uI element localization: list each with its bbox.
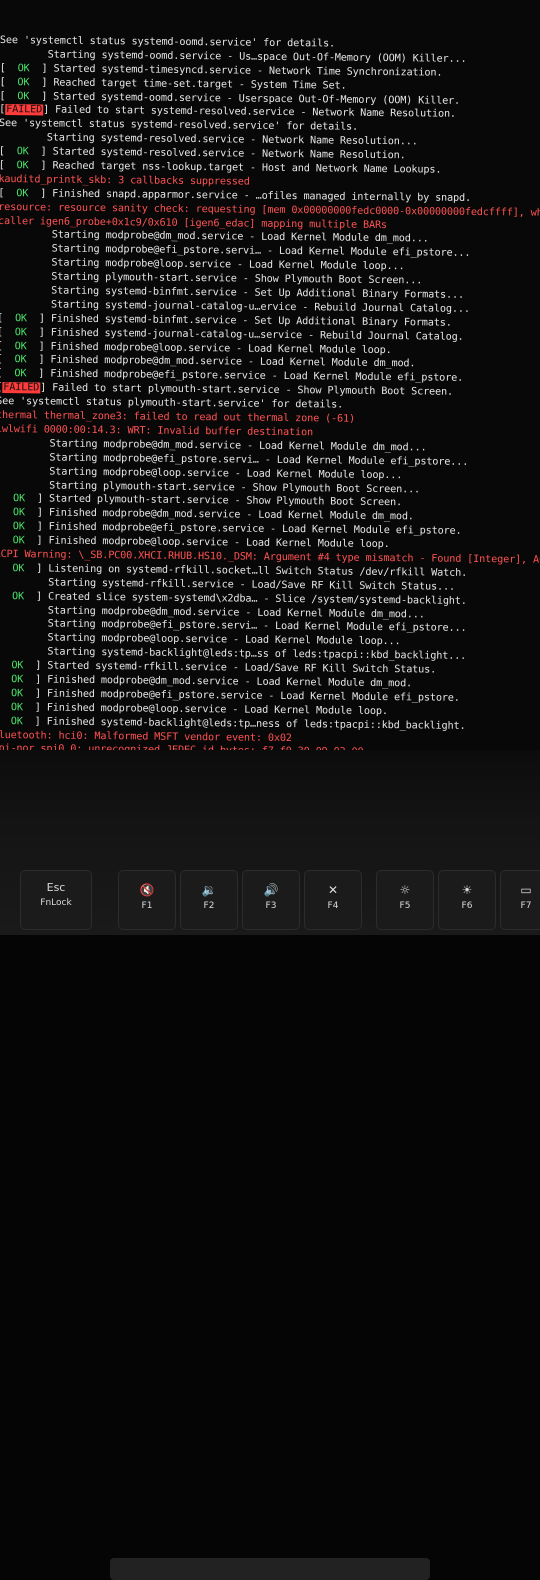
status-tag: [ OK ] xyxy=(0,90,54,103)
f7-label: F7 xyxy=(520,901,532,911)
console-line-text: Starting modprobe@loop.service - Load Ke… xyxy=(0,465,403,481)
f2-key[interactable]: 🔉 F2 xyxy=(180,870,238,930)
status-tag: [ OK ] xyxy=(0,340,51,353)
brightness-down-icon: ☼ xyxy=(399,883,411,897)
console-line-text: Bluetooth: hci0: Malformed MSFT vendor e… xyxy=(0,729,292,744)
volume-down-icon: 🔉 xyxy=(201,883,217,897)
status-tag: [ OK ] xyxy=(0,521,49,533)
status-tag: [ OK ] xyxy=(0,326,51,339)
status-tag: [ OK ] xyxy=(0,493,50,505)
f5-label: F5 xyxy=(399,901,411,911)
status-tag: [ OK ] xyxy=(0,62,54,75)
status-tag: [ OK ] xyxy=(11,660,48,672)
mute-icon: 🔇 xyxy=(139,883,155,897)
status-tag: [ OK ] xyxy=(0,507,49,519)
fnlock-label: FnLock xyxy=(40,898,72,908)
console-line-text: kauditd_printk_skb: 3 callbacks suppress… xyxy=(0,173,250,188)
console-line-text: Finished modprobe@loop.service - Load Ke… xyxy=(50,341,392,356)
f6-key[interactable]: ☀ F6 xyxy=(438,870,496,930)
status-tag: [ OK ] xyxy=(0,535,49,547)
f7-key[interactable]: ▭ F7 xyxy=(500,870,540,930)
status-tag: [ OK ] xyxy=(0,187,53,200)
f2-label: F2 xyxy=(203,901,215,911)
laptop-hinge xyxy=(110,1558,430,1580)
brightness-up-icon: ☀ xyxy=(461,883,473,897)
console-line-text: Started systemd-timesyncd.service - Netw… xyxy=(53,63,443,79)
function-key-row: Esc FnLock 🔇 F1 🔉 F2 🔊 F3 ✕ F4 ☼ F5 ☀ F6… xyxy=(0,862,540,935)
console-line-text: Finished modprobe@loop.service - Load Ke… xyxy=(46,702,388,717)
console-line-text: See 'systemctl status plymouth-start.ser… xyxy=(0,396,344,411)
volume-up-icon: 🔊 xyxy=(263,883,279,897)
f6-label: F6 xyxy=(461,901,473,911)
f3-label: F3 xyxy=(265,901,277,911)
boot-console-screen: See 'systemctl status systemd-oomd.servi… xyxy=(0,0,540,750)
f3-key[interactable]: 🔊 F3 xyxy=(242,870,300,930)
status-tag: [ OK ] xyxy=(0,368,51,380)
status-tag: [ OK ] xyxy=(11,674,48,686)
display-icon: ▭ xyxy=(520,883,532,897)
status-tag: [ OK ] xyxy=(0,146,53,158)
console-line-text: thermal thermal_zone3: failed to read ou… xyxy=(0,410,356,425)
status-tag: [ OK ] xyxy=(0,354,51,367)
f5-key[interactable]: ☼ F5 xyxy=(376,870,434,930)
status-tag: [FAILED] xyxy=(0,104,56,117)
status-tag: [ OK ] xyxy=(0,312,51,325)
status-tag: [ OK ] xyxy=(10,688,48,700)
console-line-text: iwlwifi 0000:00:14.3: WRT: Invalid buffe… xyxy=(0,423,314,439)
status-tag: [ OK ] xyxy=(0,76,54,89)
f4-key[interactable]: ✕ F4 xyxy=(304,870,362,930)
f1-label: F1 xyxy=(141,901,153,911)
esc-key[interactable]: Esc FnLock xyxy=(20,870,123,930)
esc-key-label: Esc xyxy=(46,881,66,894)
mic-mute-icon: ✕ xyxy=(327,883,339,897)
status-tag: [ OK ] xyxy=(0,563,49,575)
status-tag: [ OK ] xyxy=(0,160,53,172)
f1-key[interactable]: 🔇 F1 xyxy=(118,870,176,930)
status-tag: [ OK ] xyxy=(10,715,47,728)
f4-label: F4 xyxy=(327,901,339,911)
console-log: See 'systemctl status systemd-oomd.servi… xyxy=(0,34,540,750)
console-line-text: See 'systemctl status systemd-oomd.servi… xyxy=(0,34,336,50)
status-tag: [ OK ] xyxy=(10,701,47,714)
status-tag: [ OK ] xyxy=(0,590,49,603)
console-line-text: Finished modprobe@loop.service - Load Ke… xyxy=(48,535,390,551)
status-tag: [FAILED] xyxy=(0,382,53,394)
console-line-text: Reached target time-set.target - System … xyxy=(53,77,347,92)
